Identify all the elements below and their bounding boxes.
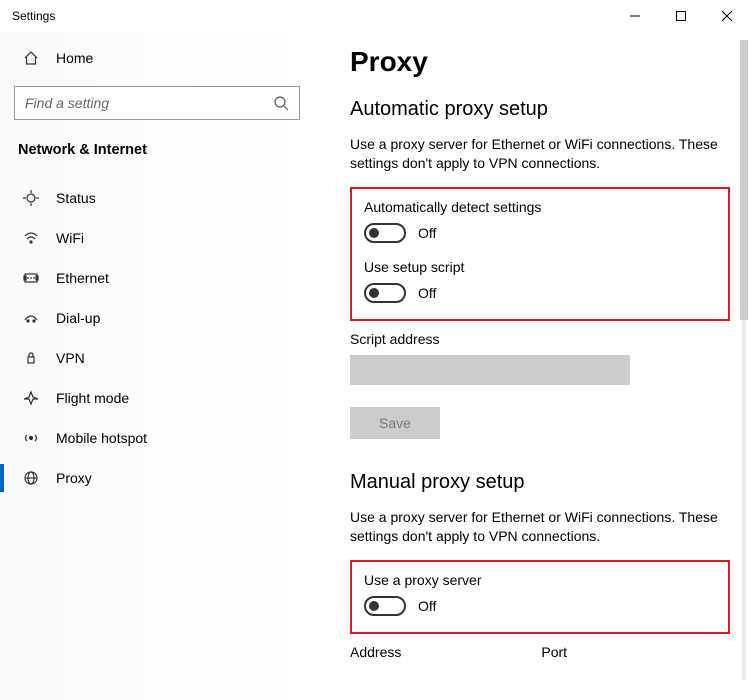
sidebar-item-vpn[interactable]: VPN xyxy=(14,338,320,378)
sidebar-item-mobile-hotspot[interactable]: Mobile hotspot xyxy=(14,418,320,458)
sidebar: Home Network & Internet Status xyxy=(0,32,320,700)
sidebar-item-label: Ethernet xyxy=(56,270,109,286)
sidebar-item-ethernet[interactable]: Ethernet xyxy=(14,258,320,298)
sidebar-item-flight-mode[interactable]: Flight mode xyxy=(14,378,320,418)
auto-detect-toggle[interactable] xyxy=(364,223,406,243)
setup-script-toggle[interactable] xyxy=(364,283,406,303)
sidebar-item-label: Flight mode xyxy=(56,390,129,406)
nav-list: Status WiFi Ethernet Dial-up xyxy=(14,178,320,498)
search-icon xyxy=(273,95,289,111)
auto-highlight-box: Automatically detect settings Off Use se… xyxy=(350,187,730,321)
sidebar-item-dialup[interactable]: Dial-up xyxy=(14,298,320,338)
section-header: Network & Internet xyxy=(14,142,320,158)
manual-section-title: Manual proxy setup xyxy=(350,471,730,494)
window-controls xyxy=(612,0,750,32)
home-label: Home xyxy=(56,50,93,66)
automatic-section-title: Automatic proxy setup xyxy=(350,98,730,121)
save-button: Save xyxy=(350,407,440,439)
sidebar-item-label: Proxy xyxy=(56,470,92,486)
use-proxy-toggle[interactable] xyxy=(364,596,406,616)
titlebar: Settings xyxy=(0,0,750,32)
maximize-button[interactable] xyxy=(658,0,704,32)
status-icon xyxy=(22,190,40,206)
sidebar-item-label: Dial-up xyxy=(56,310,100,326)
home-icon xyxy=(22,50,40,66)
sidebar-item-label: Status xyxy=(56,190,96,206)
setup-script-state: Off xyxy=(418,285,436,301)
content: Proxy Automatic proxy setup Use a proxy … xyxy=(320,32,750,700)
wifi-icon xyxy=(22,230,40,246)
automatic-description: Use a proxy server for Ethernet or WiFi … xyxy=(350,135,730,173)
sidebar-item-label: WiFi xyxy=(56,230,84,246)
minimize-button[interactable] xyxy=(612,0,658,32)
sidebar-item-status[interactable]: Status xyxy=(14,178,320,218)
hotspot-icon xyxy=(22,430,40,446)
manual-highlight-box: Use a proxy server Off xyxy=(350,560,730,634)
close-button[interactable] xyxy=(704,0,750,32)
auto-detect-state: Off xyxy=(418,225,436,241)
ethernet-icon xyxy=(22,270,40,286)
sidebar-item-label: Mobile hotspot xyxy=(56,430,147,446)
address-label: Address xyxy=(350,644,401,660)
sidebar-item-proxy[interactable]: Proxy xyxy=(14,458,320,498)
script-address-input xyxy=(350,355,630,385)
port-label: Port xyxy=(541,644,567,660)
manual-description: Use a proxy server for Ethernet or WiFi … xyxy=(350,508,730,546)
script-address-label: Script address xyxy=(350,331,730,347)
home-link[interactable]: Home xyxy=(14,42,320,74)
sidebar-item-label: VPN xyxy=(56,350,85,366)
window-title: Settings xyxy=(12,9,612,23)
use-proxy-state: Off xyxy=(418,598,436,614)
airplane-icon xyxy=(22,390,40,406)
dialup-icon xyxy=(22,310,40,326)
setup-script-label: Use setup script xyxy=(364,259,716,275)
proxy-icon xyxy=(22,470,40,486)
page-title: Proxy xyxy=(350,46,730,78)
search-input[interactable] xyxy=(25,95,273,111)
scrollbar-thumb[interactable] xyxy=(740,40,748,320)
search-box[interactable] xyxy=(14,86,300,120)
use-proxy-label: Use a proxy server xyxy=(364,572,716,588)
vpn-icon xyxy=(22,350,40,366)
auto-detect-label: Automatically detect settings xyxy=(364,199,716,215)
sidebar-item-wifi[interactable]: WiFi xyxy=(14,218,320,258)
